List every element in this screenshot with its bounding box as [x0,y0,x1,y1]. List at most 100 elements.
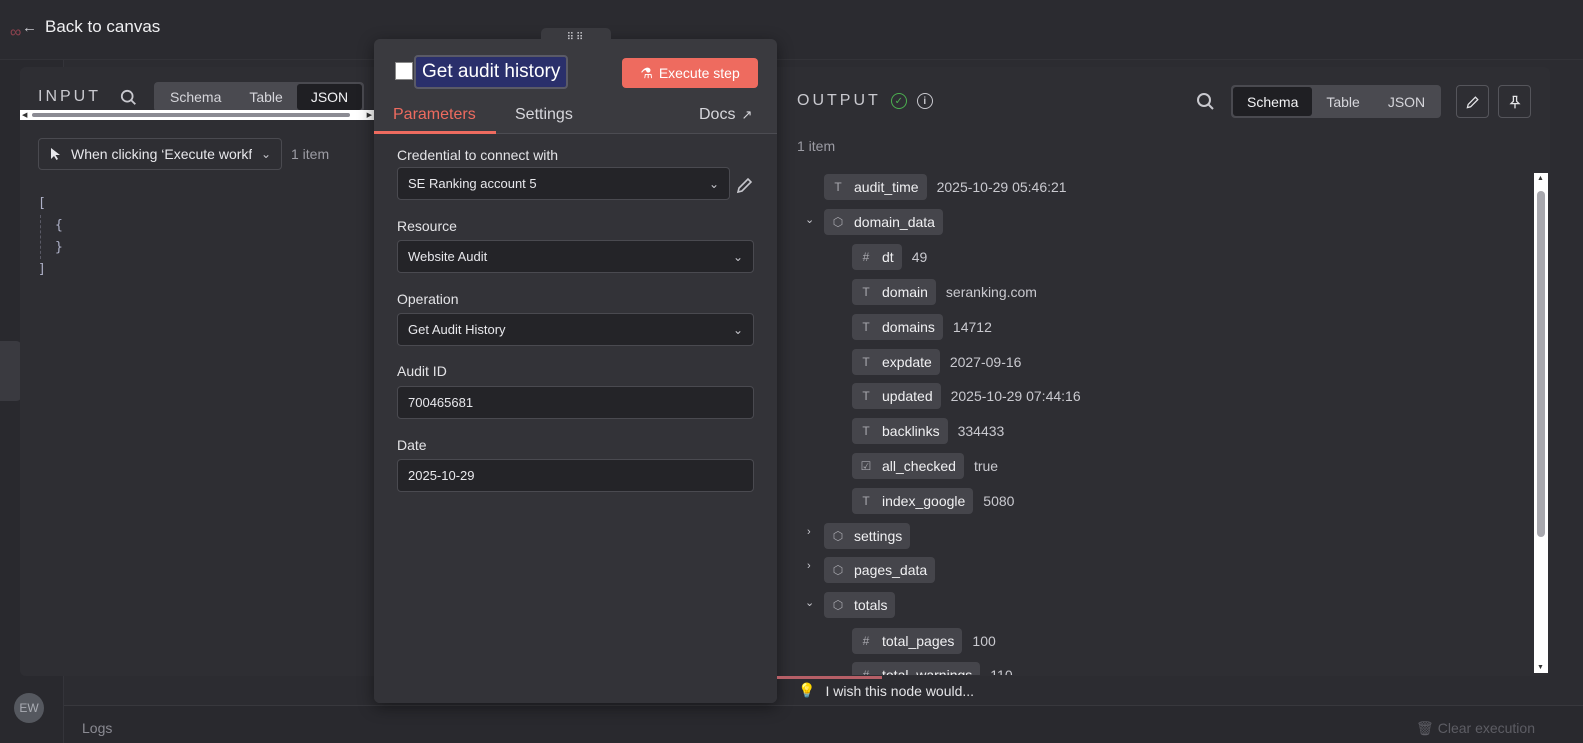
input-node-select[interactable]: When clicking ‘Execute workf ⌄ [38,138,282,170]
schema-value: 334433 [957,423,1005,439]
object-type-icon: ⬡ [832,598,844,612]
chevron-down-icon[interactable]: ⌄ [805,213,814,226]
object-type-icon: ⬡ [832,529,844,543]
search-icon[interactable] [1196,92,1216,112]
scroll-left-icon[interactable]: ◀ [22,111,27,119]
schema-value: true [973,458,999,474]
output-schema-view: Taudit_time 2025-10-29 05:46:21 ⌄ ⬡ domai… [777,168,1534,675]
json-line: ] [38,262,46,277]
chevron-right-icon[interactable]: › [807,526,811,538]
docs-label: Docs [699,106,736,123]
schema-key: total_warnings [882,667,973,675]
schema-row: ⬡ domain_data [824,209,943,235]
schema-key-pill[interactable]: # total_pages [852,628,963,654]
clear-execution-button[interactable]: 🗑 Clear execution [1416,720,1535,737]
number-type-icon: # [862,250,870,264]
chevron-down-icon: ⌄ [708,176,719,191]
schema-key-pill[interactable]: # dt [852,244,902,270]
input-view-table[interactable]: Table [235,84,296,110]
chevron-down-icon: ⌄ [732,322,743,337]
schema-key-pill[interactable]: # total_warnings [852,662,981,675]
flask-icon: ⚗ [640,64,653,81]
input-horizontal-scrollbar[interactable]: ◀ ▶ [20,110,374,120]
node-icon [395,62,413,80]
schema-key-pill[interactable]: Tdomains [852,314,943,340]
schema-key-pill[interactable]: ⬡ pages_data [824,557,936,583]
search-icon[interactable] [120,89,138,107]
number-type-icon: # [862,668,870,675]
object-type-icon: ⬡ [832,563,844,577]
scroll-up-icon[interactable]: ▲ [1537,175,1544,182]
input-node-label: When clicking ‘Execute workf [71,146,253,162]
schema-key-pill[interactable]: Tbacklinks [852,418,948,444]
text-type-icon: T [862,494,870,508]
schema-key-pill[interactable]: ☑ all_checked [852,453,964,479]
pencil-icon[interactable] [735,175,755,195]
cursor-pointer-icon [51,148,60,160]
tab-parameters[interactable]: Parameters [393,106,476,124]
schema-key-pill[interactable]: Texpdate [852,349,940,375]
date-input[interactable]: 2025-10-29 [397,459,754,492]
audit-id-input[interactable]: 700465681 [397,386,754,419]
tab-settings[interactable]: Settings [515,106,573,124]
scrollbar-thumb[interactable] [32,113,350,117]
schema-key-pill[interactable]: ⬡ domain_data [824,209,943,235]
scroll-right-icon[interactable]: ▶ [367,111,372,119]
schema-key-pill[interactable]: ⬡ totals [824,592,896,618]
info-icon[interactable]: i [916,93,933,109]
date-value: 2025-10-29 [408,468,475,483]
node-title[interactable]: Get audit history [413,55,569,89]
schema-value: 49 [911,249,928,265]
schema-key-pill[interactable]: ⬡ settings [824,523,911,549]
chevron-right-icon[interactable]: › [807,560,811,572]
audit-id-label: Audit ID [397,363,447,379]
pin-output-button[interactable] [1498,85,1531,118]
schema-key-pill[interactable]: Tupdated [852,383,941,409]
panel-collapse-handle[interactable] [0,341,22,401]
input-view-schema[interactable]: Schema [156,84,235,110]
schema-key-pill[interactable]: Tindex_google [852,488,974,514]
pin-icon [1508,95,1521,108]
back-to-canvas-button[interactable]: ← Back to canvas [22,17,160,37]
schema-row: ☑ all_checked true [852,453,998,479]
schema-row: Texpdate 2027-09-16 [852,349,1021,375]
scroll-down-icon[interactable]: ▼ [1537,664,1544,671]
drag-handle-icon[interactable]: ⠿⠿ [541,28,611,46]
schema-key-pill[interactable]: Tdomain [852,279,936,305]
schema-key: domain_data [854,214,935,230]
boolean-type-icon: ☑ [860,459,872,473]
text-type-icon: T [862,389,870,403]
scrollbar-thumb[interactable] [1537,191,1545,537]
avatar[interactable]: EW [14,693,44,723]
schema-row: Tupdated 2025-10-29 07:44:16 [852,383,1081,409]
output-view-table[interactable]: Table [1312,87,1373,116]
output-vertical-scrollbar[interactable]: ▲ ▼ [1534,173,1548,673]
resource-value: Website Audit [408,249,488,264]
schema-value: 100 [972,633,996,649]
text-type-icon: T [862,424,870,438]
schema-key-pill[interactable]: Taudit_time [824,174,927,200]
schema-key: expdate [882,354,932,370]
input-title: INPUT [38,88,101,105]
docs-link[interactable]: Docs ↗ [699,106,752,124]
execute-step-button[interactable]: ⚗ Execute step [622,58,758,88]
json-indent: { } [40,215,63,259]
schema-value: 2027-09-16 [949,354,1022,370]
resource-select[interactable]: Website Audit ⌄ [397,240,754,273]
schema-row: # dt 49 [852,244,927,270]
input-view-json[interactable]: JSON [296,84,363,110]
operation-select[interactable]: Get Audit History ⌄ [397,313,754,346]
feedback-label: I wish this node would... [825,682,975,699]
execute-step-label: Execute step [658,65,740,81]
schema-row: Tdomains 14712 [852,314,992,340]
chevron-down-icon[interactable]: ⌄ [805,596,814,609]
output-view-json[interactable]: JSON [1374,87,1439,116]
credential-label: Credential to connect with [397,147,559,163]
edit-output-button[interactable] [1456,85,1489,118]
logs-label[interactable]: Logs [82,720,112,736]
credential-select[interactable]: SE Ranking account 5 ⌄ [397,167,730,200]
schema-key: updated [882,388,933,404]
feedback-prompt[interactable]: 💡 I wish this node would... [798,682,974,699]
operation-label: Operation [397,291,459,307]
output-view-schema[interactable]: Schema [1233,87,1313,116]
